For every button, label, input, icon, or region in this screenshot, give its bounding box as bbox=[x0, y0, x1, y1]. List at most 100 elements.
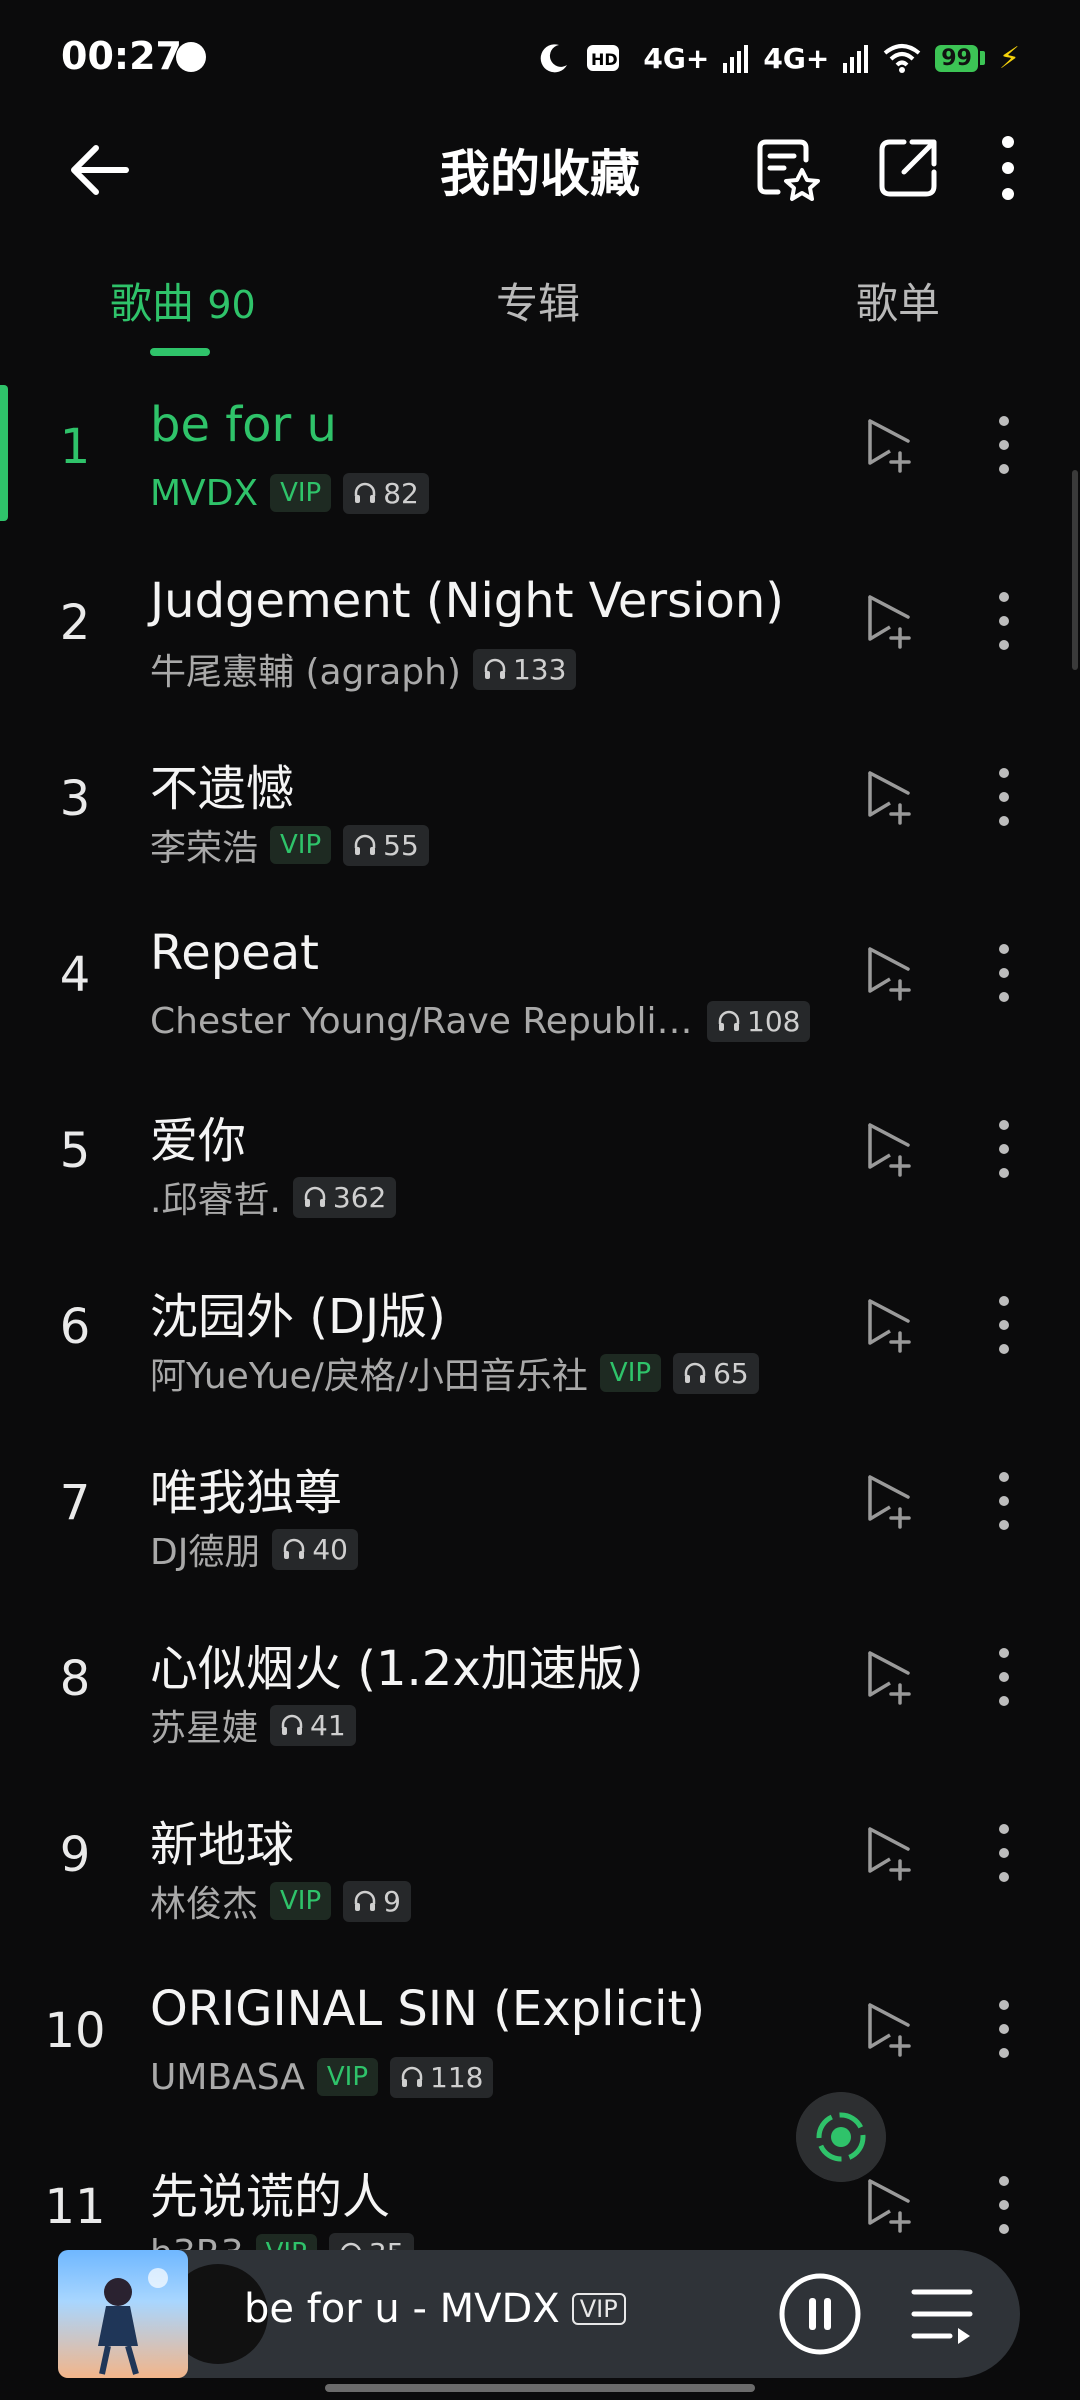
network-type-1: 4G+ bbox=[643, 41, 710, 75]
headphones-icon bbox=[354, 482, 376, 503]
pause-icon[interactable] bbox=[778, 2272, 862, 2356]
song-more-icon[interactable] bbox=[984, 2169, 1024, 2241]
album-cover[interactable] bbox=[58, 2250, 188, 2378]
play-count: 82 bbox=[383, 476, 419, 510]
add-to-playlist-icon[interactable] bbox=[860, 1293, 922, 1355]
song-row[interactable]: 3 不遗憾 李荣浩 VIP 55 bbox=[0, 717, 1080, 893]
song-meta: 牛尾憲輔 (agraph) 133 bbox=[150, 645, 577, 693]
headphones-icon bbox=[354, 834, 376, 855]
song-more-icon[interactable] bbox=[984, 585, 1024, 657]
song-row[interactable]: 7 唯我独尊 DJ德朋 40 bbox=[0, 1421, 1080, 1597]
tab-songs-label: 歌曲 bbox=[110, 279, 195, 328]
tab-songs[interactable]: 歌曲 90 bbox=[110, 270, 256, 331]
headphones-icon bbox=[484, 658, 506, 679]
headphones-icon bbox=[281, 1714, 303, 1735]
play-count-badge: 55 bbox=[343, 824, 429, 866]
song-rank: 2 bbox=[59, 595, 91, 651]
song-rank: 1 bbox=[59, 419, 91, 475]
song-row[interactable]: 2 Judgement (Night Version) 牛尾憲輔 (agraph… bbox=[0, 541, 1080, 717]
song-more-icon[interactable] bbox=[984, 1817, 1024, 1889]
add-to-playlist-icon[interactable] bbox=[860, 1821, 922, 1883]
play-count: 55 bbox=[383, 828, 419, 862]
starred-list-icon[interactable] bbox=[748, 128, 828, 208]
song-title: be for u bbox=[150, 397, 337, 453]
song-more-icon[interactable] bbox=[984, 409, 1024, 481]
song-more-icon[interactable] bbox=[984, 1113, 1024, 1185]
song-more-icon[interactable] bbox=[984, 1993, 1024, 2065]
song-artist: .邱睿哲. bbox=[150, 1180, 281, 1221]
top-app-bar: 我的收藏 bbox=[0, 110, 1080, 220]
play-count: 40 bbox=[312, 1532, 348, 1566]
home-indicator[interactable] bbox=[325, 2384, 755, 2392]
song-row[interactable]: 1 be for u MVDX VIP 82 bbox=[0, 365, 1080, 541]
headphones-icon bbox=[284, 1538, 305, 1559]
song-artist: 苏星婕 bbox=[150, 1708, 259, 1749]
tab-active-indicator bbox=[150, 348, 210, 356]
tab-albums[interactable]: 专辑 bbox=[496, 270, 580, 331]
add-to-playlist-icon[interactable] bbox=[860, 1645, 922, 1707]
vip-badge: VIP bbox=[599, 1354, 662, 1392]
song-meta: Chester Young/Rave Republic/… 108 bbox=[150, 997, 811, 1045]
status-bar: 00:27 HD 4G+ 4G+ 99 ⚡ bbox=[0, 0, 1080, 110]
song-rank: 7 bbox=[59, 1475, 91, 1531]
battery-indicator: 99 bbox=[935, 44, 985, 72]
status-indicators: HD 4G+ 4G+ 99 ⚡ bbox=[537, 36, 1020, 80]
song-title: 心似烟火 (1.2x加速版) bbox=[150, 1641, 644, 1697]
add-to-playlist-icon[interactable] bbox=[860, 413, 922, 475]
add-to-playlist-icon[interactable] bbox=[860, 2173, 922, 2235]
add-to-playlist-icon[interactable] bbox=[860, 765, 922, 827]
song-row[interactable]: 5 爱你 .邱睿哲. 362 bbox=[0, 1069, 1080, 1245]
song-rank: 10 bbox=[44, 2003, 106, 2059]
signal-icon-2 bbox=[843, 45, 869, 73]
song-more-icon[interactable] bbox=[984, 1465, 1024, 1537]
add-to-playlist-icon[interactable] bbox=[860, 941, 922, 1003]
song-rank: 9 bbox=[59, 1827, 91, 1883]
song-rank: 6 bbox=[59, 1299, 91, 1355]
add-to-playlist-icon[interactable] bbox=[860, 1117, 922, 1179]
share-icon[interactable] bbox=[868, 128, 948, 208]
song-title: 爱你 bbox=[150, 1113, 247, 1169]
locate-current-icon[interactable] bbox=[796, 2092, 886, 2182]
now-playing-title: be for u - MVDX bbox=[244, 2286, 560, 2332]
add-to-playlist-icon[interactable] bbox=[860, 1469, 922, 1531]
song-more-icon[interactable] bbox=[984, 761, 1024, 833]
hd-icon: HD bbox=[587, 45, 620, 71]
song-artist: 牛尾憲輔 (agraph) bbox=[150, 652, 461, 693]
headphones-icon bbox=[718, 1010, 740, 1031]
song-row[interactable]: 4 Repeat Chester Young/Rave Republic/… 1… bbox=[0, 893, 1080, 1069]
song-artist: 阿YueYue/戾格/小田音乐社 bbox=[150, 1356, 588, 1397]
vpn-globe-icon bbox=[176, 42, 206, 72]
song-artist: UMBASA bbox=[150, 2056, 305, 2098]
add-to-playlist-icon[interactable] bbox=[860, 589, 922, 651]
song-rank: 11 bbox=[44, 2179, 106, 2235]
song-meta: 阿YueYue/戾格/小田音乐社 VIP 65 bbox=[150, 1349, 759, 1397]
song-more-icon[interactable] bbox=[984, 937, 1024, 1009]
play-count: 133 bbox=[512, 652, 567, 686]
song-artist: 林俊杰 bbox=[150, 1884, 259, 1925]
play-count-badge: 118 bbox=[390, 2056, 494, 2098]
song-title: 新地球 bbox=[150, 1817, 295, 1873]
song-meta: 苏星婕 41 bbox=[150, 1701, 356, 1749]
queue-icon[interactable] bbox=[906, 2278, 978, 2350]
headphones-icon bbox=[684, 1362, 706, 1383]
song-more-icon[interactable] bbox=[984, 1641, 1024, 1713]
add-to-playlist-icon[interactable] bbox=[860, 1997, 922, 2059]
song-row[interactable]: 6 沈园外 (DJ版) 阿YueYue/戾格/小田音乐社 VIP 65 bbox=[0, 1245, 1080, 1421]
play-count: 9 bbox=[383, 1884, 401, 1918]
song-title: Repeat bbox=[150, 925, 319, 981]
tab-playlists[interactable]: 歌单 bbox=[856, 270, 940, 331]
more-vertical-icon[interactable] bbox=[968, 128, 1048, 208]
vip-badge: VIP bbox=[270, 474, 332, 512]
wifi-icon bbox=[884, 44, 921, 73]
song-more-icon[interactable] bbox=[984, 1289, 1024, 1361]
headphones-icon bbox=[304, 1186, 326, 1207]
mini-player[interactable]: be for u - MVDX VIP bbox=[58, 2250, 1020, 2378]
song-row[interactable]: 8 心似烟火 (1.2x加速版) 苏星婕 41 bbox=[0, 1597, 1080, 1773]
play-count-badge: 40 bbox=[272, 1528, 358, 1570]
song-rank: 3 bbox=[59, 771, 91, 827]
song-row[interactable]: 10 ORIGINAL SIN (Explicit) UMBASA VIP 11… bbox=[0, 1949, 1080, 2125]
song-row[interactable]: 9 新地球 林俊杰 VIP 9 bbox=[0, 1773, 1080, 1949]
play-count-badge: 65 bbox=[673, 1352, 759, 1394]
play-count: 118 bbox=[430, 2060, 484, 2094]
song-meta: 林俊杰 VIP 9 bbox=[150, 1877, 411, 1925]
